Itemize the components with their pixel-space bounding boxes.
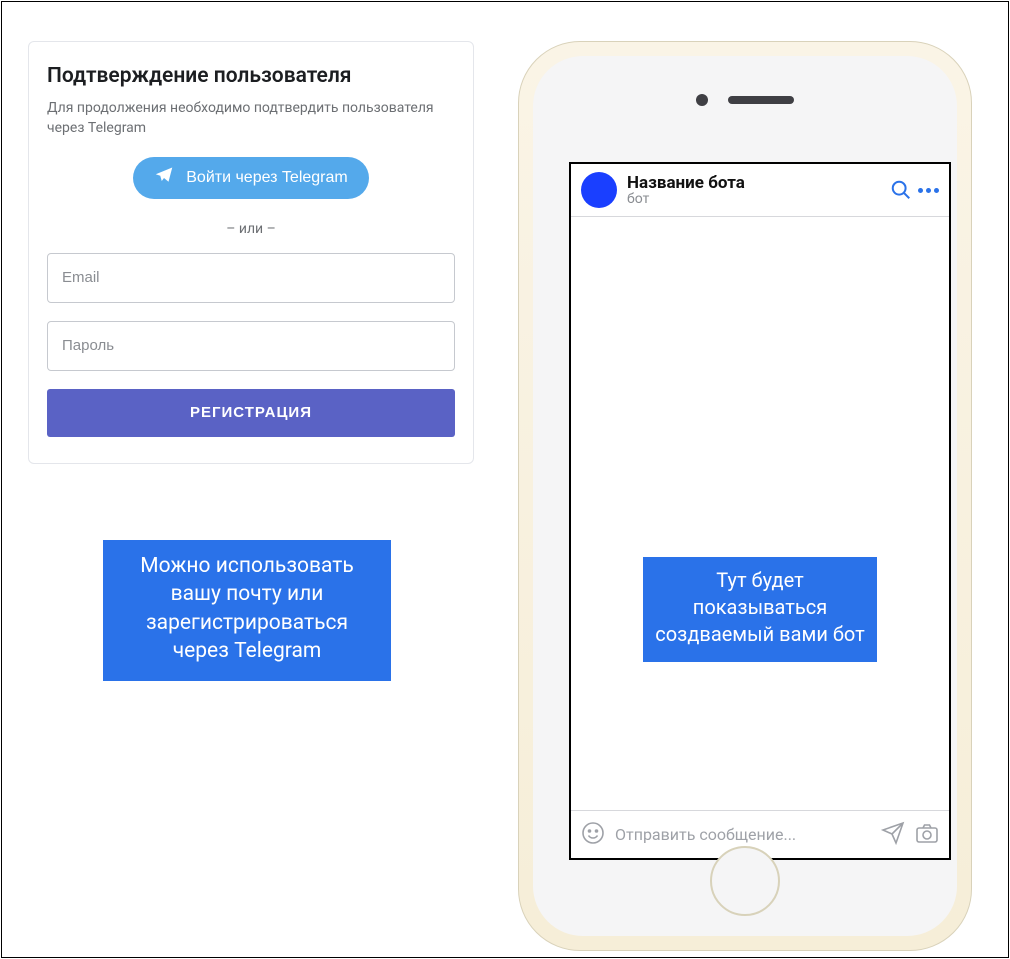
camera-icon[interactable]	[915, 821, 939, 849]
send-icon[interactable]	[881, 821, 905, 849]
auth-card: Подтверждение пользователя Для продолжен…	[28, 41, 474, 464]
chat-body: Тут будет показываться создваемый вами б…	[571, 217, 949, 811]
bot-name: Название бота	[627, 173, 880, 193]
phone-screen: Название бота бот Тут будет показываться…	[569, 162, 951, 860]
more-icon[interactable]	[918, 188, 939, 193]
or-separator: – или –	[47, 221, 455, 237]
telegram-login-button[interactable]: Войти через Telegram	[133, 157, 369, 199]
input-right-icons	[881, 821, 939, 849]
phone-bezel: Название бота бот Тут будет показываться…	[533, 56, 957, 936]
search-icon[interactable]	[890, 179, 912, 201]
home-button[interactable]	[710, 846, 780, 916]
speaker-icon	[728, 96, 794, 104]
password-field[interactable]	[47, 321, 455, 371]
telegram-icon	[154, 166, 174, 189]
chat-header: Название бота бот	[571, 164, 949, 217]
message-input[interactable]: Отправить сообщение...	[615, 825, 871, 844]
card-title: Подтверждение пользователя	[47, 64, 455, 88]
page-frame: Подтверждение пользователя Для продолжен…	[1, 1, 1009, 958]
info-callout-left: Можно использовать вашу почту или зареги…	[103, 540, 391, 681]
phone-top-hardware	[533, 94, 957, 106]
emoji-icon[interactable]	[581, 821, 605, 849]
phone-mockup: Название бота бот Тут будет показываться…	[518, 41, 972, 951]
bot-type-label: бот	[627, 191, 880, 207]
register-button[interactable]: РЕГИСТРАЦИЯ	[47, 389, 455, 437]
telegram-button-label: Войти через Telegram	[186, 169, 347, 187]
info-callout-right: Тут будет показываться создваемый вами б…	[643, 557, 877, 662]
header-actions	[890, 179, 939, 201]
camera-icon	[696, 94, 708, 106]
email-field[interactable]	[47, 253, 455, 303]
avatar	[581, 172, 617, 208]
card-subtitle: Для продолжения необходимо подтвердить п…	[47, 98, 455, 139]
bot-meta: Название бота бот	[627, 173, 880, 207]
